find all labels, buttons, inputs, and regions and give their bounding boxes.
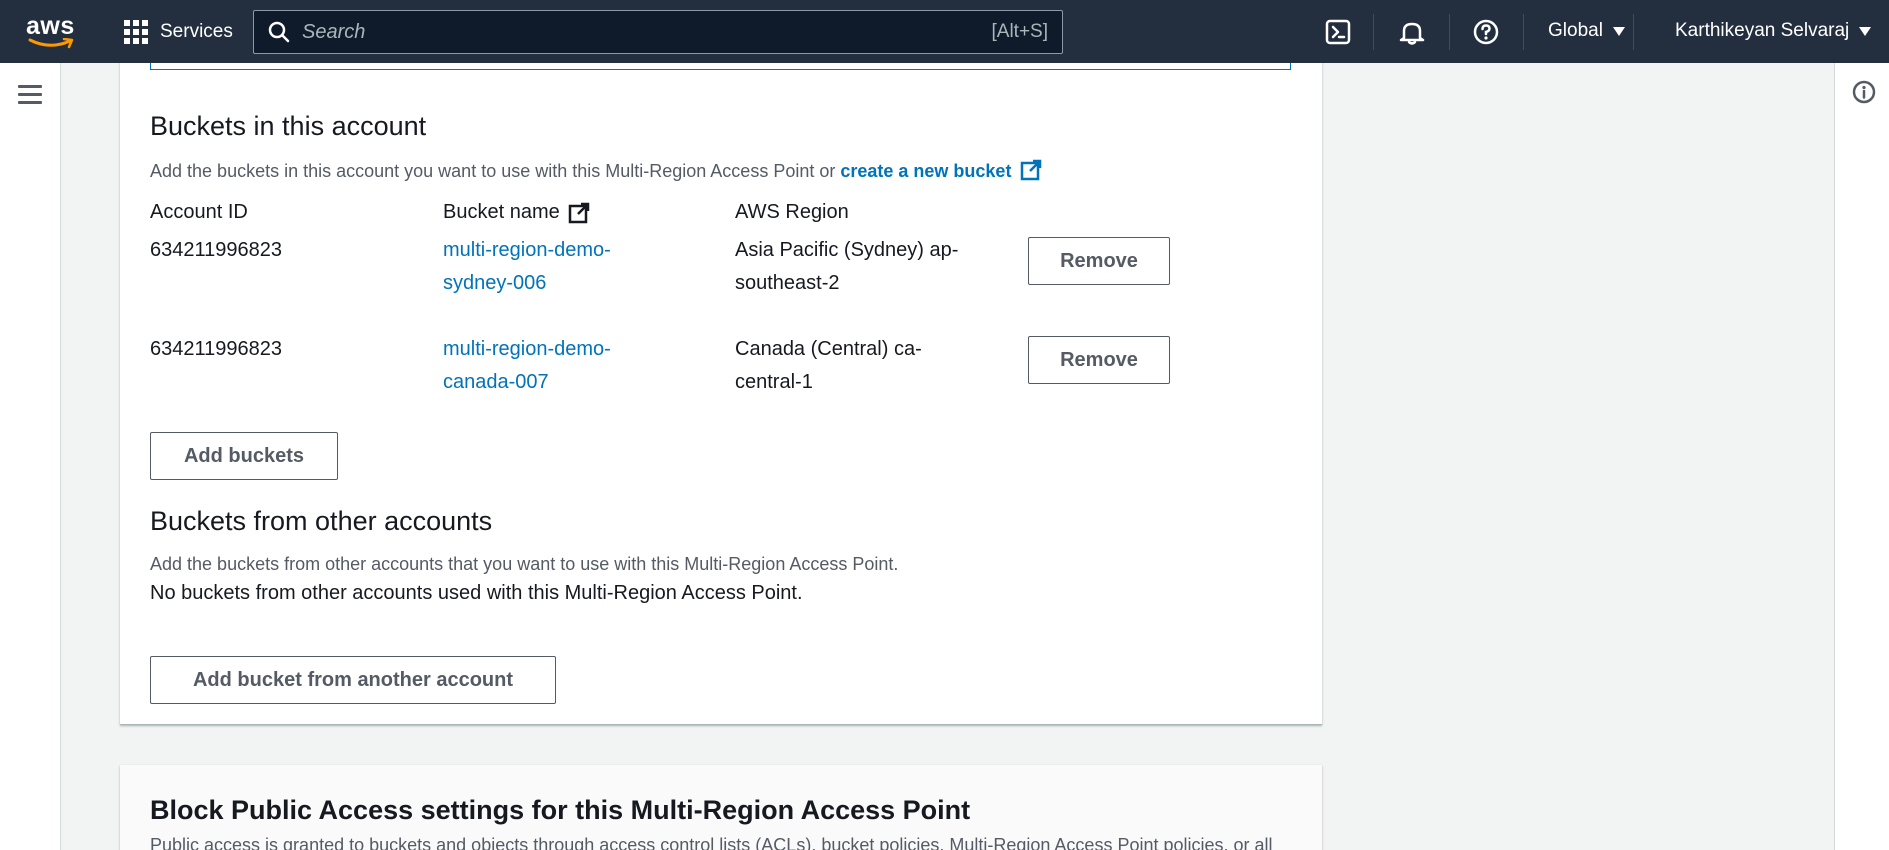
block-public-access-panel: Block Public Access settings for this Mu… — [120, 765, 1322, 850]
buckets-other-accounts-heading: Buckets from other accounts — [150, 506, 493, 536]
services-menu-button[interactable]: Services — [124, 18, 233, 46]
aws-smile-icon — [28, 38, 74, 49]
bucket-name-line: canada-007 — [443, 371, 549, 393]
bucket-name-line: multi-region-demo- — [443, 338, 611, 360]
bucket-name-line: sydney-006 — [443, 272, 547, 294]
caret-down-icon — [1612, 26, 1625, 36]
search-shortcut-hint: [Alt+S] — [991, 21, 1049, 42]
previous-section-border — [150, 63, 1291, 70]
column-header-label: Account ID — [150, 201, 248, 223]
top-navigation-bar: aws Services [Alt+S] Global — [0, 0, 1889, 63]
column-header-bucket-name: Bucket name — [443, 201, 590, 224]
remove-bucket-button[interactable]: Remove — [1028, 336, 1170, 384]
column-header-aws-region: AWS Region — [735, 201, 849, 224]
remove-bucket-button[interactable]: Remove — [1028, 237, 1170, 285]
add-bucket-from-another-account-button[interactable]: Add bucket from another account — [150, 656, 556, 704]
region-line: Asia Pacific (Sydney) ap- — [735, 239, 959, 261]
multi-region-access-point-buckets-panel: Buckets in this account Add the buckets … — [120, 63, 1322, 725]
account-id-cell: 634211996823 — [150, 338, 282, 360]
account-id-cell: 634211996823 — [150, 239, 282, 261]
hamburger-menu-icon[interactable] — [18, 85, 42, 105]
column-header-label: AWS Region — [735, 201, 849, 223]
cloudshell-icon[interactable] — [1324, 18, 1352, 46]
bucket-name-line: multi-region-demo- — [443, 239, 611, 261]
region-label: Global — [1548, 20, 1603, 41]
external-link-icon — [568, 202, 589, 223]
bucket-name-link[interactable]: multi-region-demo- canada-007 — [443, 333, 611, 399]
region-line: central-1 — [735, 371, 813, 393]
region-cell: Canada (Central) ca- central-1 — [735, 333, 922, 399]
region-line: southeast-2 — [735, 272, 840, 294]
no-buckets-message: No buckets from other accounts used with… — [150, 582, 803, 604]
create-new-bucket-link-label: create a new bucket — [840, 161, 1012, 181]
column-header-label: Bucket name — [443, 201, 560, 223]
help-icon[interactable] — [1472, 18, 1500, 46]
description-text: Add the buckets in this account you want… — [150, 161, 841, 181]
create-new-bucket-link[interactable]: create a new bucket — [840, 159, 1042, 181]
search-icon — [268, 21, 290, 43]
aws-logo-text: aws — [26, 12, 75, 40]
nav-divider — [1449, 14, 1450, 50]
services-label: Services — [160, 21, 233, 42]
notifications-bell-icon[interactable] — [1398, 18, 1426, 46]
left-navigation-rail — [0, 63, 61, 850]
bucket-name-link[interactable]: multi-region-demo- sydney-006 — [443, 234, 611, 300]
external-link-icon — [1021, 159, 1042, 181]
region-selector[interactable]: Global — [1548, 20, 1625, 42]
add-buckets-button[interactable]: Add buckets — [150, 432, 338, 480]
account-menu[interactable]: Karthikeyan Selvaraj — [1675, 20, 1872, 42]
nav-divider — [1523, 14, 1524, 50]
info-icon[interactable] — [1852, 80, 1876, 104]
block-public-access-heading: Block Public Access settings for this Mu… — [150, 795, 971, 825]
aws-logo[interactable]: aws — [26, 12, 76, 49]
buckets-in-account-description: Add the buckets in this account you want… — [150, 159, 1042, 182]
nav-divider — [1633, 14, 1634, 50]
search-bar: [Alt+S] — [253, 10, 1063, 54]
block-public-access-description: Public access is granted to buckets and … — [150, 835, 1273, 850]
nav-divider — [1373, 14, 1374, 50]
region-cell: Asia Pacific (Sydney) ap- southeast-2 — [735, 234, 958, 300]
services-grid-icon — [124, 20, 148, 44]
caret-down-icon — [1859, 26, 1872, 36]
buckets-in-account-heading: Buckets in this account — [150, 111, 427, 141]
right-tools-rail — [1834, 63, 1889, 850]
user-name: Karthikeyan Selvaraj — [1675, 20, 1850, 41]
region-line: Canada (Central) ca- — [735, 338, 922, 360]
buckets-other-accounts-description: Add the buckets from other accounts that… — [150, 554, 899, 574]
search-input[interactable] — [302, 20, 992, 44]
main-content: Buckets in this account Add the buckets … — [61, 63, 1834, 850]
column-header-account-id: Account ID — [150, 201, 248, 224]
